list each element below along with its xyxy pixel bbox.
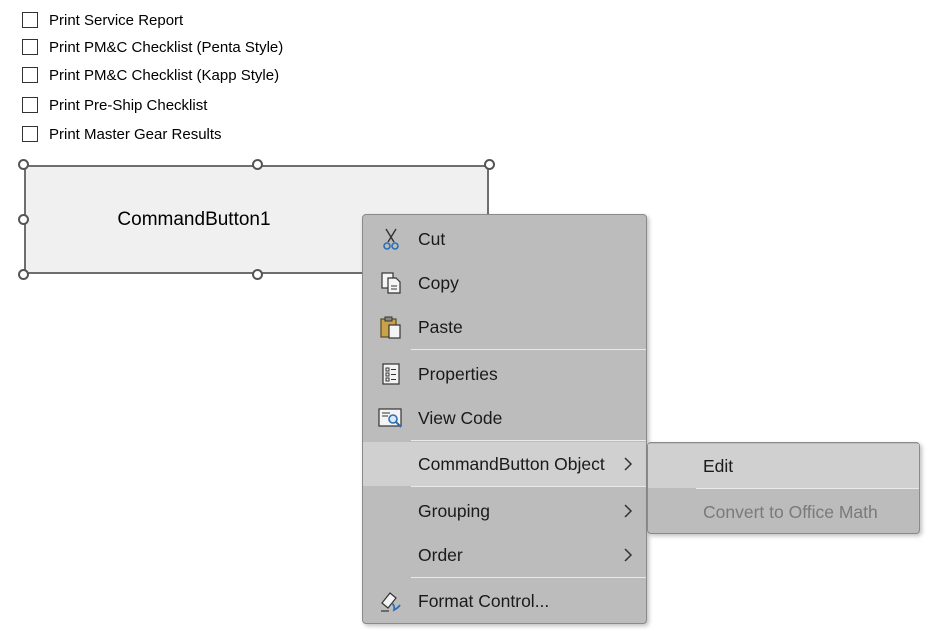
- worksheet: Print Service Report Print PM&C Checklis…: [0, 0, 946, 631]
- checkbox-print-preship[interactable]: Print Pre-Ship Checklist: [22, 95, 207, 115]
- command-button-label: CommandButton1: [117, 208, 271, 230]
- menu-item-label: Order: [418, 544, 463, 565]
- menu-item-paste[interactable]: Paste: [363, 305, 646, 349]
- menu-item-label: View Code: [418, 407, 503, 428]
- menu-item-properties[interactable]: Properties: [363, 352, 646, 396]
- resize-handle-bottom-center[interactable]: [252, 269, 263, 280]
- submenu-item-convert-to-office-math[interactable]: Convert to Office Math: [648, 490, 919, 534]
- resize-handle-top-right[interactable]: [484, 159, 495, 170]
- context-menu: Cut Copy Paste Properties View Code Comm…: [362, 214, 647, 624]
- menu-separator: [411, 349, 646, 350]
- view-code-icon: [377, 404, 405, 432]
- menu-item-label: Properties: [418, 363, 498, 384]
- menu-item-view-code[interactable]: View Code: [363, 396, 646, 440]
- checkbox-label: Print Pre-Ship Checklist: [49, 96, 208, 114]
- menu-item-copy[interactable]: Copy: [363, 261, 646, 305]
- menu-item-cut[interactable]: Cut: [363, 217, 646, 261]
- menu-separator: [411, 486, 646, 487]
- checkbox-box[interactable]: [22, 39, 38, 55]
- checkbox-print-service-report[interactable]: Print Service Report: [22, 10, 183, 30]
- scissors-icon: [377, 225, 405, 253]
- copy-icon: [377, 269, 405, 297]
- chevron-right-icon: [622, 547, 634, 563]
- checkbox-box[interactable]: [22, 126, 38, 142]
- checkbox-box[interactable]: [22, 97, 38, 113]
- checkbox-box[interactable]: [22, 67, 38, 83]
- submenu-commandbutton-object: Edit Convert to Office Math: [647, 442, 920, 534]
- resize-handle-top-left[interactable]: [18, 159, 29, 170]
- menu-item-label: CommandButton Object: [418, 453, 605, 474]
- resize-handle-middle-left[interactable]: [18, 214, 29, 225]
- menu-item-order[interactable]: Order: [363, 533, 646, 577]
- chevron-right-icon: [622, 503, 634, 519]
- checkbox-label: Print Service Report: [49, 11, 184, 29]
- menu-item-label: Paste: [418, 316, 463, 337]
- resize-handle-bottom-left[interactable]: [18, 269, 29, 280]
- menu-item-format-control[interactable]: Format Control...: [363, 579, 646, 623]
- submenu-item-label: Edit: [703, 455, 734, 476]
- checkbox-print-pmc-kapp[interactable]: Print PM&C Checklist (Kapp Style): [22, 65, 279, 85]
- menu-separator: [696, 488, 919, 489]
- menu-item-label: Format Control...: [418, 590, 550, 611]
- submenu-item-edit[interactable]: Edit: [648, 444, 919, 488]
- menu-separator: [411, 577, 646, 578]
- submenu-item-label: Convert to Office Math: [703, 501, 878, 522]
- checkbox-label: Print Master Gear Results: [49, 125, 222, 143]
- properties-icon: [377, 360, 405, 388]
- checkbox-print-master-gear[interactable]: Print Master Gear Results: [22, 124, 222, 144]
- resize-handle-top-center[interactable]: [252, 159, 263, 170]
- menu-item-label: Copy: [418, 272, 459, 293]
- checkbox-label: Print PM&C Checklist (Kapp Style): [49, 66, 280, 84]
- chevron-right-icon: [622, 456, 634, 472]
- checkbox-print-pmc-penta[interactable]: Print PM&C Checklist (Penta Style): [22, 37, 283, 57]
- paste-icon: [377, 313, 405, 341]
- menu-item-label: Grouping: [418, 500, 490, 521]
- checkbox-label: Print PM&C Checklist (Penta Style): [49, 38, 284, 56]
- menu-separator: [411, 440, 646, 441]
- menu-item-grouping[interactable]: Grouping: [363, 489, 646, 533]
- menu-item-commandbutton-object[interactable]: CommandButton Object: [363, 442, 646, 486]
- checkbox-box[interactable]: [22, 12, 38, 28]
- format-control-icon: [377, 587, 405, 615]
- menu-item-label: Cut: [418, 228, 446, 249]
